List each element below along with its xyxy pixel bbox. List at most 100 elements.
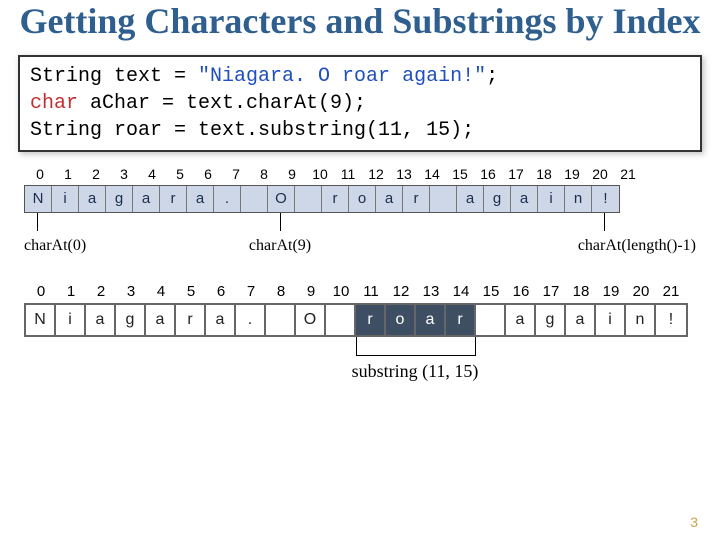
- char-cell: [295, 186, 322, 212]
- char-cell: g: [484, 186, 511, 212]
- index-label: 15: [446, 166, 474, 182]
- annotation-row: charAt(0) charAt(9) charAt(length()-1): [24, 213, 696, 265]
- char-cell: o: [349, 186, 376, 212]
- index-label: 21: [656, 283, 686, 300]
- char-cell: !: [656, 305, 686, 335]
- index-label: 19: [558, 166, 586, 182]
- index-row: 0123456789101112131415161718192021: [24, 283, 696, 300]
- index-label: 17: [536, 283, 566, 300]
- char-cell: O: [268, 186, 295, 212]
- index-label: 14: [418, 166, 446, 182]
- code-text: String text =: [30, 65, 198, 88]
- index-label: 1: [56, 283, 86, 300]
- char-cell: i: [52, 186, 79, 212]
- index-label: 8: [250, 166, 278, 182]
- char-cell: [241, 186, 268, 212]
- index-label: 6: [194, 166, 222, 182]
- index-label: 10: [326, 283, 356, 300]
- tick-mark: [280, 213, 281, 231]
- char-cell: a: [86, 305, 116, 335]
- index-label: 4: [146, 283, 176, 300]
- index-label: 9: [278, 166, 306, 182]
- index-label: 2: [82, 166, 110, 182]
- char-cell: a: [133, 186, 160, 212]
- string-literal: "Niagara. O roar again!": [198, 65, 486, 88]
- char-cell: [326, 305, 356, 335]
- char-cell: r: [403, 186, 430, 212]
- char-cell: a: [376, 186, 403, 212]
- index-label: 16: [506, 283, 536, 300]
- char-cell: a: [457, 186, 484, 212]
- index-label: 4: [138, 166, 166, 182]
- index-label: 8: [266, 283, 296, 300]
- annot-charat-last: charAt(length()-1): [578, 237, 696, 255]
- char-cell: a: [416, 305, 446, 335]
- char-cell: n: [565, 186, 592, 212]
- index-label: 6: [206, 283, 236, 300]
- char-cell: .: [214, 186, 241, 212]
- index-label: 0: [26, 166, 54, 182]
- index-row: 0123456789101112131415161718192021: [24, 166, 696, 182]
- char-cell: a: [206, 305, 236, 335]
- index-label: 1: [54, 166, 82, 182]
- index-label: 11: [334, 166, 362, 182]
- char-cell: i: [56, 305, 86, 335]
- code-line-3: String roar = text.substring(11, 15);: [30, 117, 690, 144]
- index-label: 12: [362, 166, 390, 182]
- index-label: 10: [306, 166, 334, 182]
- code-line-2: char aChar = text.charAt(9);: [30, 90, 690, 117]
- index-label: 17: [502, 166, 530, 182]
- code-line-1: String text = "Niagara. O roar again!";: [30, 63, 690, 90]
- char-cells-row: Niagara. O roar again!: [24, 303, 688, 337]
- index-label: 7: [222, 166, 250, 182]
- tick-mark: [604, 213, 605, 231]
- char-cell: a: [79, 186, 106, 212]
- char-cell: a: [187, 186, 214, 212]
- char-cell: .: [236, 305, 266, 335]
- tick-mark: [37, 213, 38, 231]
- slide: Getting Characters and Substrings by Ind…: [0, 0, 720, 540]
- code-text: aChar = text.charAt(9);: [78, 92, 366, 115]
- index-label: 20: [586, 166, 614, 182]
- char-cell: g: [106, 186, 133, 212]
- char-cell: a: [566, 305, 596, 335]
- slide-title: Getting Characters and Substrings by Ind…: [14, 0, 706, 43]
- char-cell: [430, 186, 457, 212]
- index-label: 19: [596, 283, 626, 300]
- annot-charat-9: charAt(9): [249, 237, 311, 255]
- char-cell: o: [386, 305, 416, 335]
- charat-diagram: 0123456789101112131415161718192021 Niaga…: [24, 166, 696, 265]
- index-label: 16: [474, 166, 502, 182]
- index-label: 14: [446, 283, 476, 300]
- index-label: 13: [390, 166, 418, 182]
- char-cell: !: [592, 186, 619, 212]
- index-label: 3: [110, 166, 138, 182]
- bracket: [356, 337, 476, 356]
- char-cells-row: Niagara. O roar again!: [24, 185, 620, 213]
- index-label: 11: [356, 283, 386, 300]
- char-cell: g: [116, 305, 146, 335]
- char-cell: i: [538, 186, 565, 212]
- index-label: 5: [176, 283, 206, 300]
- code-text: ;: [486, 65, 498, 88]
- index-label: 9: [296, 283, 326, 300]
- index-label: 20: [626, 283, 656, 300]
- char-cell: [476, 305, 506, 335]
- char-cell: O: [296, 305, 326, 335]
- annotation-row: substring (11, 15): [24, 337, 696, 397]
- char-cell: r: [176, 305, 206, 335]
- char-cell: n: [626, 305, 656, 335]
- index-label: 18: [530, 166, 558, 182]
- index-label: 15: [476, 283, 506, 300]
- index-label: 18: [566, 283, 596, 300]
- char-cell: g: [536, 305, 566, 335]
- substring-diagram: 0123456789101112131415161718192021 Niaga…: [24, 283, 696, 397]
- char-cell: N: [26, 305, 56, 335]
- char-cell: r: [446, 305, 476, 335]
- index-label: 5: [166, 166, 194, 182]
- index-label: 12: [386, 283, 416, 300]
- annot-substring: substring (11, 15): [352, 361, 479, 382]
- index-label: 3: [116, 283, 146, 300]
- char-cell: N: [25, 186, 52, 212]
- code-block: String text = "Niagara. O roar again!"; …: [18, 55, 702, 152]
